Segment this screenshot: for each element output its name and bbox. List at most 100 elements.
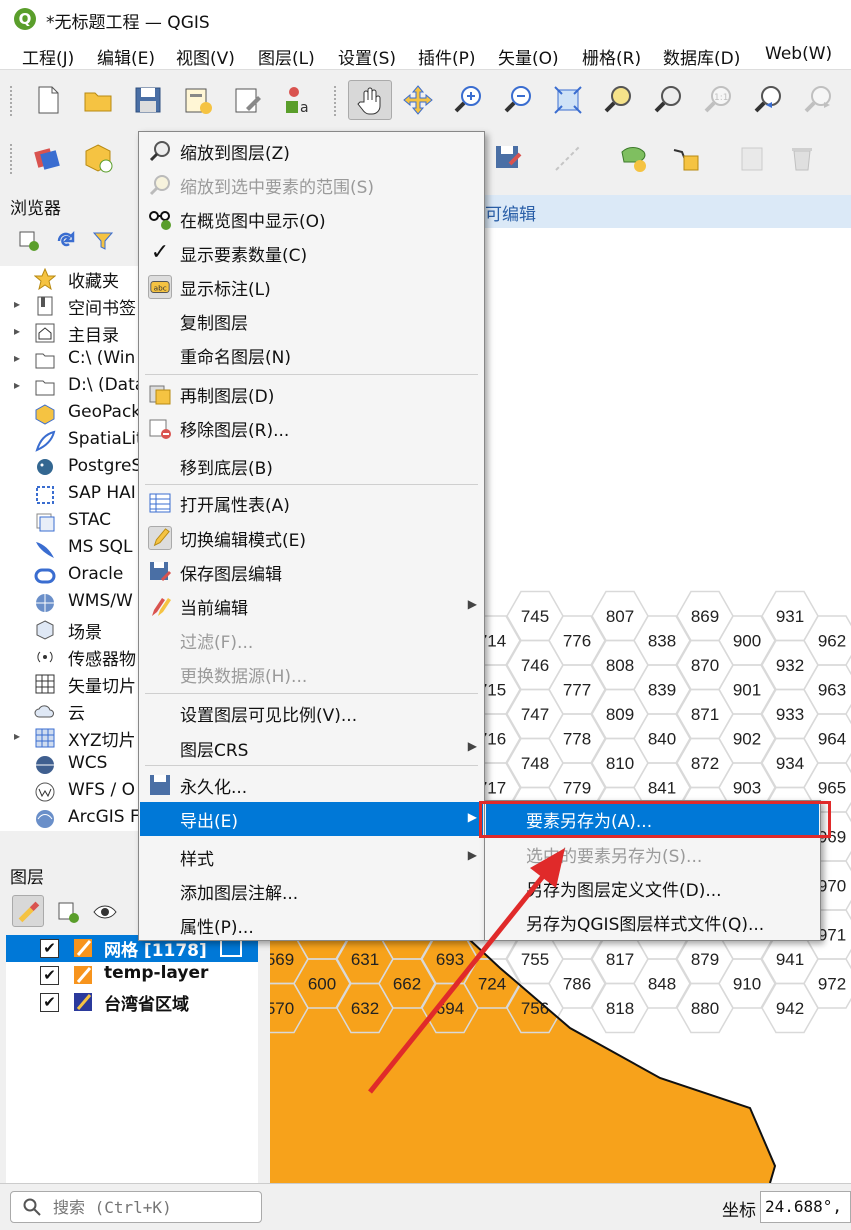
menu-duplicate-layer[interactable]: 再制图层(D) — [140, 377, 483, 411]
menu-layer[interactable]: 图层(L) — [258, 44, 315, 69]
browser-item-postgresql[interactable]: PostgreS — [0, 455, 138, 482]
menu-view[interactable]: 视图(V) — [176, 44, 235, 69]
new-project-icon[interactable] — [30, 82, 66, 118]
duplicate-layer-icon — [148, 382, 172, 406]
browser-item-c-drive[interactable]: ▸ C:\ (Win — [0, 347, 138, 374]
spatialite-icon — [34, 430, 56, 452]
toolbar-grip-3[interactable] — [10, 144, 16, 174]
save-layer-edits-icon[interactable] — [490, 140, 526, 176]
browser-item-d-drive[interactable]: ▸ D:\ (Data — [0, 374, 138, 401]
menu-export[interactable]: 导出(E) ▶ — [140, 802, 483, 836]
zoom-to-layer-icon[interactable] — [650, 82, 686, 118]
menu-save-selected-features-as[interactable]: 选中的要素另存为(S)... — [486, 837, 819, 871]
browser-item-geopackage[interactable]: GeoPack — [0, 401, 138, 428]
digitize-line-icon[interactable] — [550, 140, 586, 176]
menu-project[interactable]: 工程(J) — [22, 44, 74, 69]
layer-visibility-checkbox[interactable]: ✔ — [40, 939, 59, 958]
browser-item-wfs[interactable]: WFS / O — [0, 779, 138, 806]
search-input[interactable] — [53, 1196, 253, 1218]
menu-remove-layer[interactable]: 移除图层(R)... — [140, 411, 483, 445]
browser-item-spatialite[interactable]: SpatiaLit — [0, 428, 138, 455]
filter-icon[interactable] — [92, 230, 114, 252]
browser-item-sap-hana[interactable]: SAP HAI — [0, 482, 138, 509]
menu-properties[interactable]: 属性(P)... — [140, 908, 483, 942]
menu-database[interactable]: 数据库(D) — [663, 44, 740, 69]
pan-to-selection-icon[interactable] — [400, 82, 436, 118]
eye-icon[interactable] — [92, 899, 118, 925]
new-print-layout-icon[interactable] — [180, 82, 216, 118]
layer-visibility-checkbox[interactable]: ✔ — [40, 966, 59, 985]
menu-move-to-bottom[interactable]: 移到底层(B) — [140, 449, 483, 483]
layer-visibility-checkbox[interactable]: ✔ — [40, 993, 59, 1012]
coordinate-field[interactable]: 24.688°, 1 — [760, 1191, 851, 1223]
zoom-to-selection-icon[interactable] — [600, 82, 636, 118]
menu-change-data-source[interactable]: 更换数据源(H)... — [140, 657, 483, 691]
menu-zoom-to-layer[interactable]: 缩放到图层(Z) — [140, 134, 483, 168]
browser-item-favorites[interactable]: 收藏夹 — [0, 266, 138, 293]
menu-current-edits[interactable]: 当前编辑 ▶ — [140, 589, 483, 623]
menu-raster[interactable]: 栅格(R) — [582, 44, 641, 69]
menu-copy-layer[interactable]: 复制图层 — [140, 304, 483, 338]
add-polygon-feature-icon[interactable] — [616, 140, 652, 176]
layer-row-temp-layer[interactable]: ✔ temp-layer — [6, 962, 258, 989]
menu-set-scale-visibility[interactable]: 设置图层可见比例(V)... — [140, 696, 483, 730]
layer-row-taiwan-region[interactable]: ✔ 台湾省区域 — [6, 989, 258, 1016]
menu-make-permanent[interactable]: 永久化... — [140, 768, 483, 802]
browser-item-mssql[interactable]: MS SQL — [0, 536, 138, 563]
browser-item-home[interactable]: ▸ 主目录 — [0, 320, 138, 347]
browser-item-arcgis[interactable]: ArcGIS F — [0, 806, 138, 833]
browser-item-stac[interactable]: STAC — [0, 509, 138, 536]
browser-item-sensor[interactable]: 传感器物 — [0, 644, 138, 671]
menu-settings[interactable]: 设置(S) — [338, 44, 396, 69]
menu-add-layer-notes[interactable]: 添加图层注解... — [140, 874, 483, 908]
menu-save-as-layer-definition[interactable]: 另存为图层定义文件(D)... — [486, 871, 819, 905]
browser-item-scene[interactable]: 场景 — [0, 617, 138, 644]
menu-save-layer-edits[interactable]: 保存图层编辑 — [140, 555, 483, 589]
menu-styles[interactable]: 样式 ▶ — [140, 840, 483, 874]
vertex-tool-icon[interactable] — [666, 140, 702, 176]
browser-item-vector-tiles[interactable]: 矢量切片 — [0, 671, 138, 698]
data-source-manager-icon[interactable] — [30, 140, 66, 176]
style-manager-icon[interactable]: a — [280, 82, 316, 118]
zoom-last-icon[interactable] — [750, 82, 786, 118]
zoom-in-icon[interactable] — [450, 82, 486, 118]
menu-vector[interactable]: 矢量(O) — [498, 44, 559, 69]
menu-layer-crs[interactable]: 图层CRS ▶ — [140, 731, 483, 765]
menu-save-as-qgis-style[interactable]: 另存为QGIS图层样式文件(Q)... — [486, 905, 819, 939]
refresh-icon[interactable] — [55, 230, 77, 252]
locator-search[interactable] — [10, 1191, 262, 1223]
menu-zoom-to-selection[interactable]: 缩放到选中要素的范围(S) — [140, 168, 483, 202]
delete-selected-icon[interactable] — [784, 140, 820, 176]
new-geopackage-icon[interactable] — [80, 140, 116, 176]
open-project-icon[interactable] — [80, 82, 116, 118]
menu-show-in-overview[interactable]: 在概览图中显示(O) — [140, 202, 483, 236]
zoom-next-icon[interactable] — [800, 82, 836, 118]
menu-toggle-editing[interactable]: 切换编辑模式(E) — [140, 521, 483, 555]
zoom-full-icon[interactable] — [550, 82, 586, 118]
browser-item-wcs[interactable]: WCS — [0, 752, 138, 779]
browser-item-xyz-tiles[interactable]: ▸ XYZ切片 — [0, 725, 138, 752]
menu-open-attribute-table[interactable]: 打开属性表(A) — [140, 486, 483, 520]
zoom-native-icon[interactable]: 1:1 — [700, 82, 736, 118]
zoom-out-icon[interactable] — [500, 82, 536, 118]
menu-filter[interactable]: 过滤(F)... — [140, 623, 483, 657]
browser-item-wms[interactable]: WMS/W — [0, 590, 138, 617]
menu-show-feature-count[interactable]: ✓ 显示要素数量(C) — [140, 236, 483, 270]
browser-item-oracle[interactable]: Oracle — [0, 563, 138, 590]
browser-item-cloud[interactable]: 云 — [0, 698, 138, 725]
layer-styling-icon[interactable] — [12, 895, 44, 927]
layout-manager-icon[interactable] — [230, 82, 266, 118]
toolbar-grip-2[interactable] — [334, 86, 340, 116]
modify-attributes-icon[interactable] — [736, 140, 772, 176]
menu-web[interactable]: Web(W) — [765, 44, 832, 64]
menu-rename-layer[interactable]: 重命名图层(N) — [140, 338, 483, 372]
toolbar-grip[interactable] — [10, 86, 16, 116]
menu-plugins[interactable]: 插件(P) — [418, 44, 476, 69]
menu-edit[interactable]: 编辑(E) — [97, 44, 155, 69]
add-group-icon[interactable] — [55, 899, 81, 925]
save-project-icon[interactable] — [130, 82, 166, 118]
menu-show-labels[interactable]: abc 显示标注(L) — [140, 270, 483, 304]
browser-item-bookmarks[interactable]: ▸ 空间书签 — [0, 293, 138, 320]
add-selected-layers-icon[interactable] — [18, 230, 40, 252]
pan-map-icon[interactable] — [348, 80, 392, 120]
